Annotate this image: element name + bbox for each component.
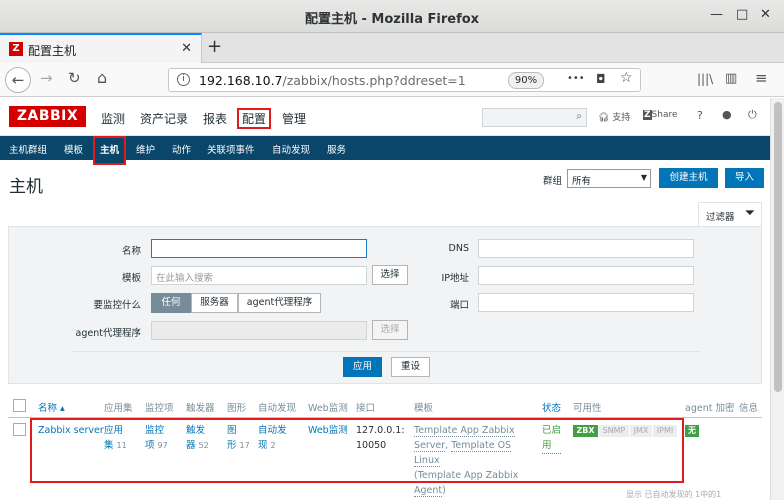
zabbix-favicon-icon: Z [9,42,23,56]
monitored-by-label: 要监控什么 [93,300,141,311]
import-button[interactable]: 导入 [725,168,764,188]
filter-tab[interactable]: 过滤器 ⏷ [698,202,762,227]
close-window-icon[interactable]: ✕ [760,7,771,22]
submenu-services[interactable]: 服务 [327,142,346,156]
navigation-bar: ← → ↻ ⌂ i 192.168.10.7/zabbix/hosts.php?… [0,63,784,97]
back-button[interactable]: ← [5,67,31,93]
ip-input[interactable] [478,266,694,285]
menu-reports[interactable]: 报表 [203,110,227,127]
filter-funnel-icon: ⏷ [744,206,755,221]
table-header: 名称 ▴ 应用集 监控项 触发器 图形 自动发现 Web监测 接口 模板 状态 … [8,396,762,418]
window-titlebar: 配置主机 - Mozilla Firefox — □ ✕ [0,0,784,33]
group-select[interactable]: 所有 ▼ [567,169,651,188]
host-row-highlight [30,418,684,483]
global-search-input[interactable]: ⌕ [482,108,587,127]
scrollbar-thumb[interactable] [774,102,782,392]
zoom-level[interactable]: 90% [508,72,544,89]
minimize-icon[interactable]: — [710,7,723,22]
reload-button[interactable]: ↻ [68,69,81,87]
proxy-label: agent代理程序 [75,328,141,339]
col-web: Web监测 [308,403,348,414]
user-profile-icon[interactable]: ● [722,108,732,121]
url-text[interactable]: 192.168.10.7/zabbix/hosts.php?ddreset=1 [199,73,466,88]
browser-tab[interactable]: Z 配置主机 ✕ [0,33,202,63]
tab-bar: Z 配置主机 ✕ + [0,33,784,63]
hamburger-menu-icon[interactable]: ≡ [755,69,768,87]
create-host-button[interactable]: 创建主机 [659,168,718,188]
home-button[interactable]: ⌂ [97,68,107,87]
page-actions-icon[interactable]: ••• [567,73,585,84]
select-all-checkbox[interactable] [13,399,26,412]
filter-panel: 名称 模板 在此输入搜索 选择 要监控什么 任何 服务器 agent代理程序 a… [8,226,762,384]
close-tab-icon[interactable]: ✕ [181,41,192,56]
maximize-icon[interactable]: □ [736,7,748,22]
menu-configuration[interactable]: 配置 [237,108,272,129]
url-bar[interactable]: i 192.168.10.7/zabbix/hosts.php?ddreset=… [168,68,641,92]
monitored-by-any[interactable]: 任何 [151,293,191,313]
group-label: 群组 [543,176,563,187]
page-title: 主机 [9,177,43,197]
col-encryption: agent 加密 [685,403,735,414]
col-applications: 应用集 [104,403,133,414]
dns-label: DNS [448,243,469,254]
apply-button[interactable]: 应用 [343,357,382,377]
col-discovery: 自动发现 [258,403,297,414]
col-availability: 可用性 [573,403,602,414]
col-templates: 模板 [414,403,434,414]
submenu-event-correlation[interactable]: 关联项事件 [207,142,255,156]
logout-icon[interactable]: ⏻ [748,108,757,122]
reset-button[interactable]: 重设 [391,357,430,377]
menu-administration[interactable]: 管理 [282,110,306,127]
submenu-discovery[interactable]: 自动发现 [272,142,310,156]
chevron-down-icon: ▼ [640,173,647,182]
submenu-actions[interactable]: 动作 [172,142,191,156]
search-icon[interactable]: ⌕ [576,111,582,122]
encryption-none-badge: 无 [685,425,699,437]
site-info-icon[interactable]: i [177,73,190,86]
zabbix-logo[interactable]: ZABBIX [9,106,86,127]
bookmark-star-icon[interactable]: ☆ [620,70,633,86]
template-label: 模板 [121,273,141,284]
forward-button[interactable]: → [40,69,53,87]
share-link[interactable]: ZShare [643,110,678,120]
help-icon[interactable]: ? [697,109,703,122]
window-title: 配置主机 - Mozilla Firefox [304,12,480,27]
col-graphs: 图形 [227,403,247,414]
zabbix-header: ZABBIX 监测 资产记录 报表 配置 管理 ⌕ 🎧︎ 支持 ZShare ?… [0,98,770,136]
configuration-submenu: 主机群组 模板 主机 维护 动作 关联项事件 自动发现 服务 [0,136,770,165]
template-input[interactable]: 在此输入搜索 [151,266,367,285]
pocket-icon[interactable]: ◘ [596,72,606,86]
port-input[interactable] [478,293,694,312]
ip-label: IP地址 [441,273,469,284]
proxy-input [151,321,367,340]
dns-input[interactable] [478,239,694,258]
name-label: 名称 [121,246,141,257]
col-triggers: 触发器 [186,403,215,414]
port-label: 端口 [449,300,469,311]
menu-monitoring[interactable]: 监测 [101,110,125,127]
proxy-select-button: 选择 [372,320,408,340]
monitored-by-server[interactable]: 服务器 [191,293,238,313]
submenu-host-groups[interactable]: 主机群组 [9,142,47,156]
submenu-maintenance[interactable]: 维护 [136,142,155,156]
col-info: 信息 [739,403,759,414]
col-name[interactable]: 名称 ▴ [38,400,65,414]
col-items: 监控项 [145,403,174,414]
new-tab-button[interactable]: + [207,36,222,57]
library-icon[interactable]: |||\ [697,72,713,86]
name-input[interactable] [151,239,367,258]
row-checkbox[interactable] [13,423,26,436]
monitored-by-proxy[interactable]: agent代理程序 [238,293,321,313]
col-interface: 接口 [356,403,376,414]
table-footer: 显示 已自动发现的 1中的1 [626,490,722,499]
menu-inventory[interactable]: 资产记录 [140,110,188,127]
tab-title: 配置主机 [28,44,77,58]
sidebar-icon[interactable]: ▥ [725,71,737,86]
submenu-templates[interactable]: 模板 [64,142,83,156]
filter-divider [71,351,701,352]
submenu-hosts[interactable]: 主机 [93,136,127,165]
col-status[interactable]: 状态 [542,400,561,414]
page-scrollbar[interactable] [770,98,784,500]
support-link[interactable]: 🎧︎ 支持 [598,110,630,123]
